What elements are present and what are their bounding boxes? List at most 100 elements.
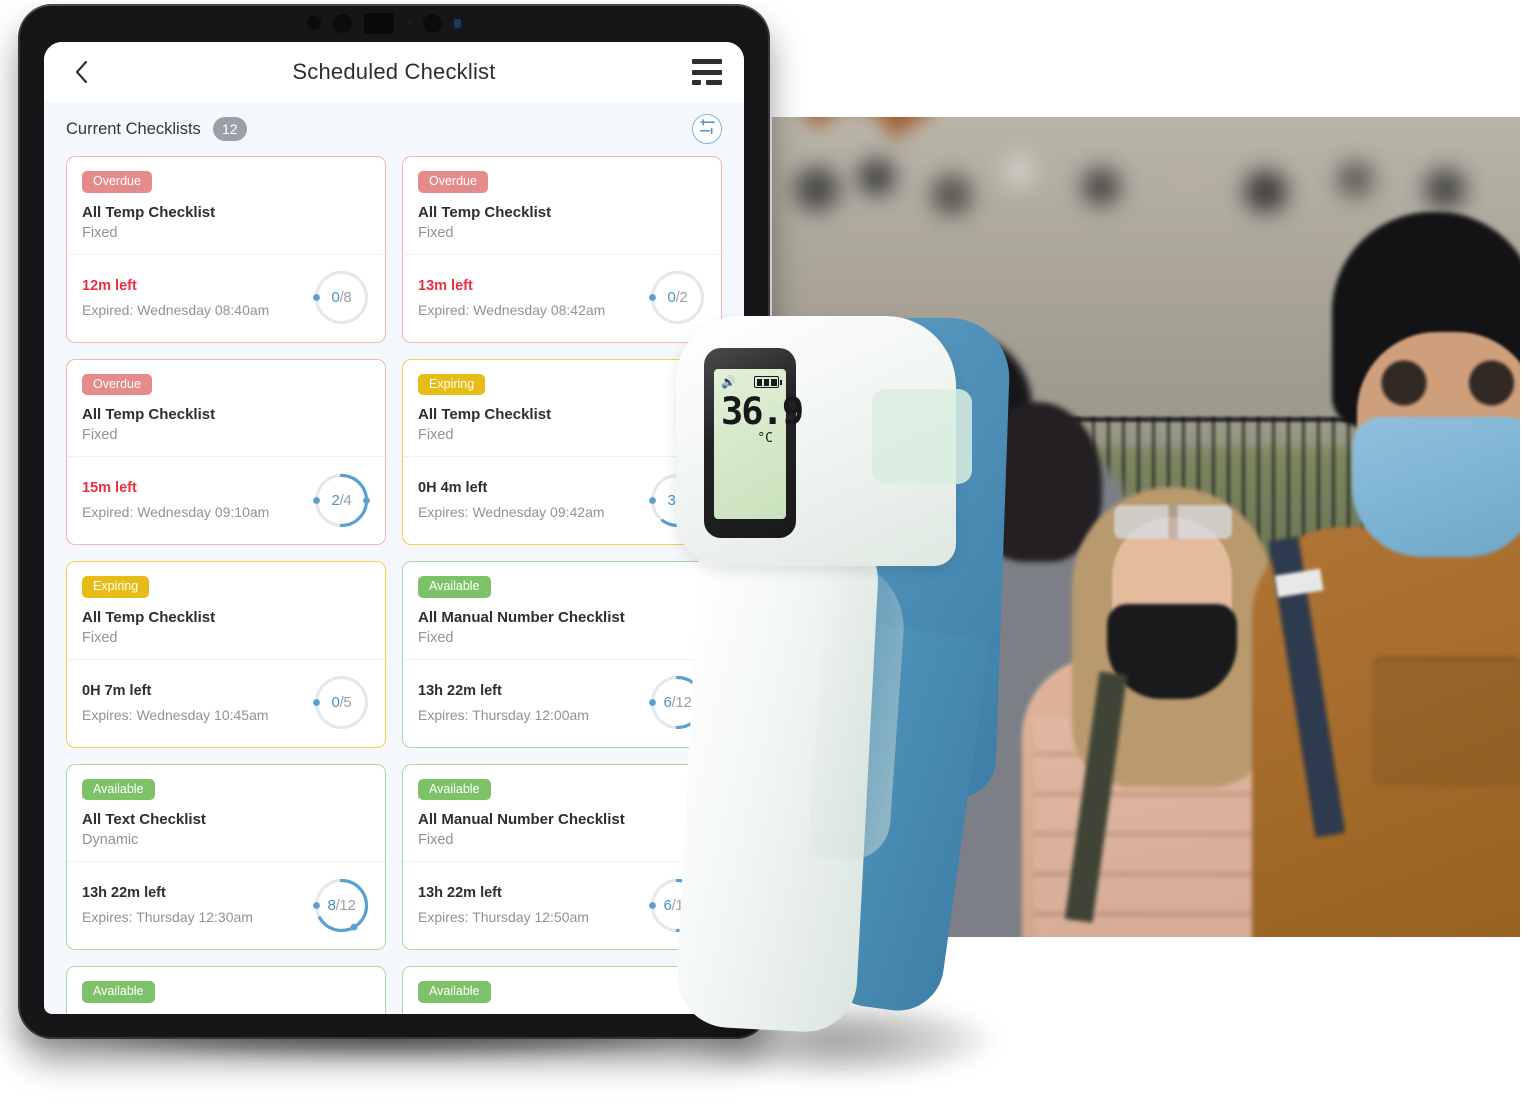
sort-filter-icon <box>699 118 716 140</box>
time-remaining: 13m left <box>418 277 473 294</box>
photo-man-glasses <box>1362 360 1520 406</box>
checklist-card-footer: 15m left Expired: Wednesday 09:10am 2/4 <box>67 456 385 544</box>
tablet-camera-notch <box>254 10 514 36</box>
progress-ring-label: 8/12 <box>313 877 370 934</box>
app-header-bar: Scheduled Checklist <box>44 42 744 102</box>
checklist-timing: 13h 22m left Expires: Thursday 12:30am <box>82 885 313 925</box>
status-badge: Expiring <box>82 576 150 598</box>
checklist-title: All Manual Number Checklist <box>418 811 625 828</box>
lcd-status-row: 🔊 <box>721 375 782 389</box>
checklist-type: Fixed <box>418 832 454 848</box>
checklist-title: All Temp Checklist <box>418 406 552 423</box>
checklist-title: All Manual Number Checklist <box>418 1014 706 1015</box>
checklist-timing: 13h 22m left Expires: Thursday 12:00am <box>418 683 649 723</box>
checklist-card[interactable]: Expiring All Temp Checklist Fixed 0H 7m lef… <box>66 561 386 748</box>
checklist-title: All Manual Number Checklist <box>418 608 625 626</box>
checklist-card[interactable]: Overdue All Temp Checklist Fixed 15m left Ex… <box>66 358 386 545</box>
checklist-card-header: Overdue All Temp Checklist Fixed <box>67 360 385 457</box>
progress-done: 8 <box>327 896 336 914</box>
progress-done: 0 <box>331 694 340 711</box>
progress-ring: 2/4 <box>313 472 370 529</box>
photo-man-jacket-pocket <box>1372 657 1520 787</box>
photo-man-blue-surgical-mask <box>1352 417 1520 557</box>
list-menu-icon-bar <box>692 69 722 75</box>
time-remaining: 0H 4m left <box>418 480 488 496</box>
list-menu-icon-bar-split <box>692 80 722 85</box>
back-button[interactable] <box>66 57 96 87</box>
checklist-type: Dynamic <box>82 832 139 848</box>
photo-woman-black-face-mask <box>1107 604 1237 699</box>
status-badge: Overdue <box>418 171 488 193</box>
checklist-type: Fixed <box>418 427 454 443</box>
tablet-screen: Scheduled Checklist Current Checklists 1… <box>44 42 744 1014</box>
progress-total: /8 <box>339 289 352 306</box>
checklist-card-footer: 13h 22m left Expires: Thursday 12:30am 8/1… <box>67 861 385 949</box>
progress-ring-label: 0/8 <box>313 269 370 326</box>
status-badge: Overdue <box>82 171 152 193</box>
checklist-type: Fixed <box>418 629 454 646</box>
checklist-timing: 0H 4m left Expires: Wednesday 09:42am <box>418 480 649 520</box>
checklist-card-footer: 0H 7m left Expires: Wednesday 10:45am 0/5 <box>67 658 385 747</box>
section-title: Current Checklists <box>66 119 201 138</box>
thermometer-lcd-screen: 🔊 36.9 °C <box>714 369 804 519</box>
checklist-card-grid: Overdue All Temp Checklist Fixed 12m left Ex… <box>44 156 744 1014</box>
page-title: Scheduled Checklist <box>292 59 496 84</box>
thermometer-head-body: 🔊 36.9 °C <box>676 316 972 566</box>
status-badge: Available <box>82 778 155 800</box>
checklist-title: All Temp Checklist <box>82 406 216 423</box>
checklist-card-header: Overdue All Temp Checklist Fixed <box>403 157 721 254</box>
checklist-count-badge: 12 <box>212 117 247 141</box>
thermometer-sensor-pad <box>872 389 972 484</box>
status-badge: Available <box>418 778 491 800</box>
chevron-left-icon <box>75 61 88 83</box>
screenshot-stage: Scheduled Checklist Current Checklists 1… <box>0 0 1523 1105</box>
expiry-datetime: Expired: Wednesday 09:10am <box>82 504 270 520</box>
status-badge: Expiring <box>418 373 486 395</box>
checklist-type: Fixed <box>82 629 118 646</box>
front-camera-icon <box>333 13 352 33</box>
status-badge: Available <box>82 981 155 1003</box>
expiry-datetime: Expires: Thursday 12:00am <box>418 706 589 723</box>
expiry-datetime: Expires: Thursday 12:50am <box>418 909 589 925</box>
speaker-on-icon: 🔊 <box>721 375 736 389</box>
checklist-card[interactable]: Available All Text Checklist Dynamic 13h 22… <box>66 763 386 950</box>
progress-total: /4 <box>339 491 352 509</box>
sort-filter-button[interactable] <box>692 114 722 144</box>
menu-button[interactable] <box>692 59 722 85</box>
checklist-title: All Temp Checklist <box>418 203 552 221</box>
expiry-datetime: Expires: Wednesday 09:42am <box>418 504 605 520</box>
expiry-datetime: Expires: Wednesday 10:45am <box>82 706 269 723</box>
tablet-device-frame: Scheduled Checklist Current Checklists 1… <box>18 4 770 1039</box>
camera-module-icon <box>364 12 394 34</box>
checklist-timing: 15m left Expired: Wednesday 09:10am <box>82 480 313 520</box>
checklist-card-header: Available All Text Checklist Dynamic <box>67 765 385 862</box>
checklist-card-header: AvailableAll Text ChecklistDynamic <box>67 967 385 1014</box>
checklist-type: Fixed <box>82 224 118 241</box>
time-remaining: 13h 22m left <box>418 682 502 699</box>
checklist-type: Fixed <box>82 427 118 443</box>
progress-total: /12 <box>335 896 356 914</box>
progress-ring: 0/8 <box>313 269 370 326</box>
checklist-card[interactable]: AvailableAll Text ChecklistDynamic <box>66 966 386 1014</box>
checklist-card[interactable]: Overdue All Temp Checklist Fixed 12m left Ex… <box>66 156 386 343</box>
list-menu-icon-bar <box>692 59 722 64</box>
checklist-timing: 13h 22m left Expires: Thursday 12:50am <box>418 885 649 925</box>
checklist-timing: 0H 7m left Expires: Wednesday 10:45am <box>82 683 313 723</box>
current-checklists-bar: Current Checklists 12 <box>44 102 744 156</box>
expiry-datetime: Expires: Thursday 12:30am <box>82 909 253 925</box>
progress-total: /5 <box>339 694 352 711</box>
time-remaining: 0H 7m left <box>82 682 152 699</box>
checklist-title: All Text Checklist <box>82 811 206 828</box>
expiry-datetime: Expired: Wednesday 08:40am <box>82 301 270 318</box>
temperature-unit: °C <box>757 431 773 447</box>
time-remaining: 12m left <box>82 277 137 294</box>
checklist-timing: 13m left Expired: Wednesday 08:42am <box>418 278 649 318</box>
status-badge: Available <box>418 981 491 1003</box>
progress-ring-label: 2/4 <box>313 472 370 529</box>
secondary-camera-icon <box>423 13 442 33</box>
photo-woman-glasses <box>1114 505 1232 539</box>
expiry-datetime: Expired: Wednesday 08:42am <box>418 301 606 318</box>
checklist-title: All Temp Checklist <box>82 203 216 221</box>
progress-ring: 8/12 <box>313 877 370 934</box>
indicator-led-icon <box>454 18 461 28</box>
